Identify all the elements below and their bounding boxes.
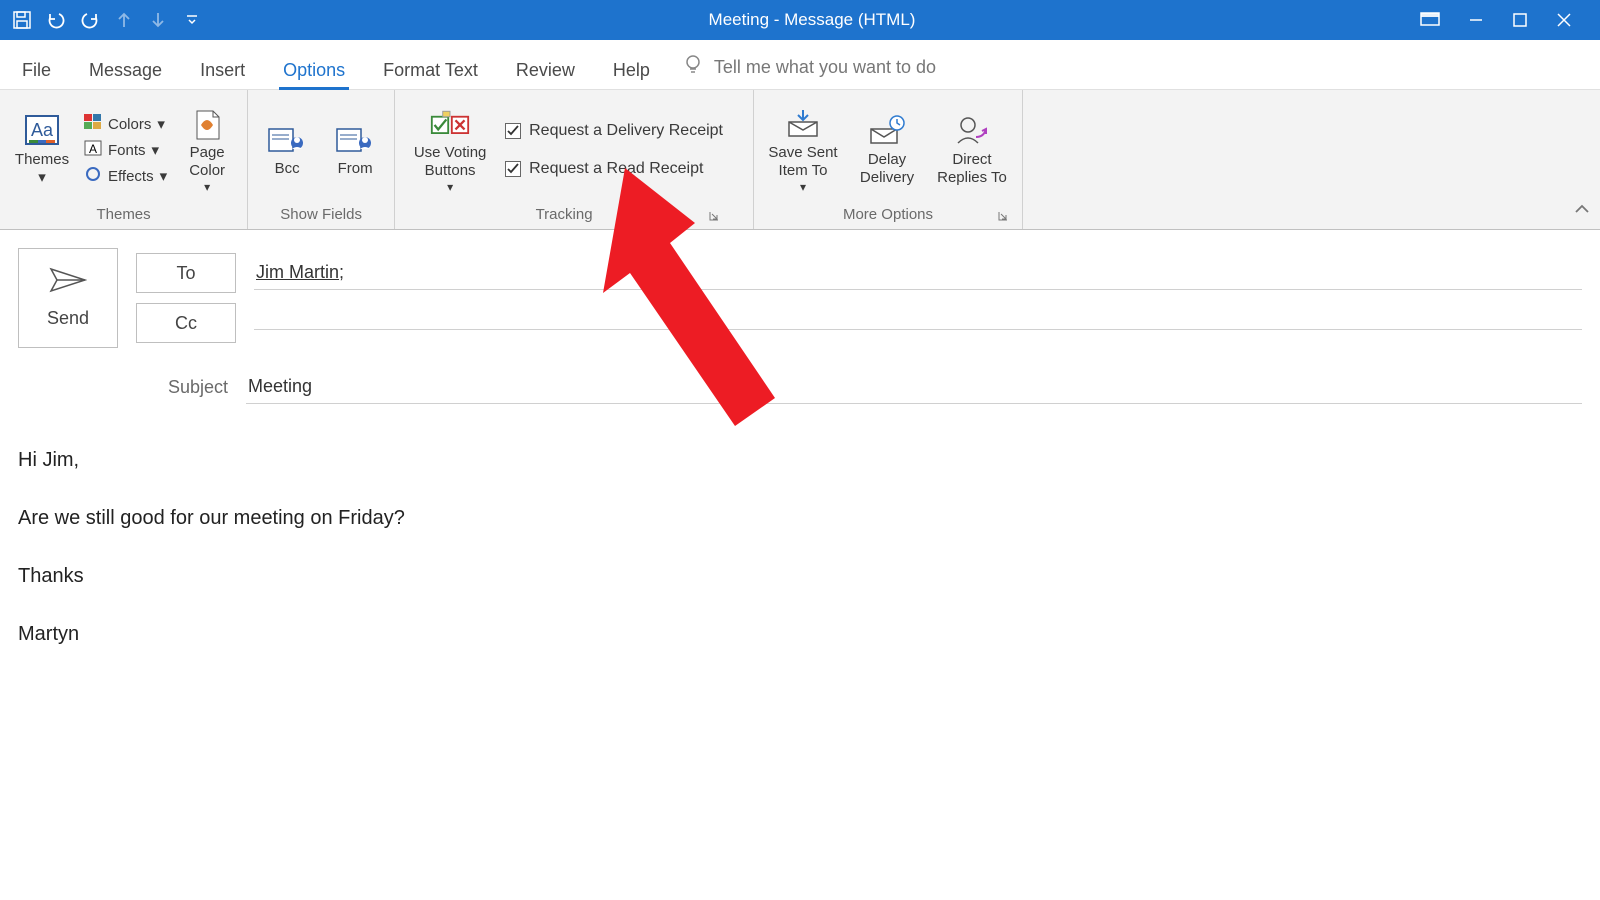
from-icon: [335, 122, 375, 158]
svg-text:A: A: [89, 142, 97, 156]
checkbox-checked-icon: [505, 161, 521, 177]
dialog-launcher-icon[interactable]: [996, 209, 1010, 223]
tab-help[interactable]: Help: [609, 50, 654, 89]
body-line: Hi Jim,: [18, 446, 1582, 474]
to-field[interactable]: Jim Martin;: [254, 256, 1582, 290]
quick-access-toolbar: [0, 8, 204, 32]
delay-delivery-button[interactable]: Delay Delivery: [852, 113, 922, 187]
delay-delivery-icon: [867, 113, 907, 149]
request-delivery-receipt-checkbox[interactable]: Request a Delivery Receipt: [505, 122, 723, 140]
chevron-down-icon: ▾: [157, 115, 165, 133]
save-icon[interactable]: [10, 8, 34, 32]
window-controls: [1420, 12, 1600, 28]
cc-button[interactable]: Cc: [136, 303, 236, 343]
body-line: Martyn: [18, 620, 1582, 648]
maximize-icon[interactable]: [1512, 12, 1528, 28]
lightbulb-icon: [684, 54, 702, 81]
tab-insert[interactable]: Insert: [196, 50, 249, 89]
page-color-icon: [187, 106, 227, 142]
save-sent-icon: [783, 106, 823, 142]
body-line: Thanks: [18, 562, 1582, 590]
ribbon-tabs: File Message Insert Options Format Text …: [0, 40, 1600, 90]
next-item-icon[interactable]: [146, 8, 170, 32]
tell-me-placeholder: Tell me what you want to do: [714, 57, 936, 78]
tab-format-text[interactable]: Format Text: [379, 50, 482, 89]
ribbon-options: Aa Themes▾ Colors ▾ A Fonts ▾ Effects ▾: [0, 90, 1600, 230]
redo-icon[interactable]: [78, 8, 102, 32]
svg-text:Aa: Aa: [31, 120, 54, 140]
cc-field[interactable]: [254, 317, 1582, 330]
direct-replies-to-button[interactable]: Direct Replies To: [932, 113, 1012, 187]
group-label-tracking: Tracking: [405, 204, 723, 227]
recipient-chip[interactable]: Jim Martin: [256, 262, 339, 282]
group-label-more-options: More Options: [764, 204, 1012, 227]
voting-icon: [430, 106, 470, 142]
use-voting-buttons-button[interactable]: Use Voting Buttons ▾: [405, 106, 495, 194]
collapse-ribbon-icon[interactable]: [1574, 203, 1590, 221]
title-bar: Meeting - Message (HTML): [0, 0, 1600, 40]
effects-icon: [84, 166, 102, 186]
tab-file[interactable]: File: [18, 50, 55, 89]
group-show-fields: Bcc From Show Fields: [248, 90, 395, 229]
tab-message[interactable]: Message: [85, 50, 166, 89]
compose-area: Send To Jim Martin; Cc Subject Meeting H…: [0, 230, 1600, 648]
ribbon-display-options-icon[interactable]: [1420, 12, 1440, 28]
chevron-down-icon: ▾: [160, 167, 168, 185]
previous-item-icon[interactable]: [112, 8, 136, 32]
bcc-button[interactable]: Bcc: [258, 122, 316, 178]
body-line: Are we still good for our meeting on Fri…: [18, 504, 1582, 532]
qat-customize-icon[interactable]: [180, 8, 204, 32]
tab-review[interactable]: Review: [512, 50, 579, 89]
themes-button[interactable]: Aa Themes▾: [10, 113, 74, 187]
message-body[interactable]: Hi Jim, Are we still good for our meetin…: [18, 412, 1582, 648]
subject-field[interactable]: Meeting: [246, 370, 1582, 404]
subject-label: Subject: [128, 377, 246, 398]
group-themes: Aa Themes▾ Colors ▾ A Fonts ▾ Effects ▾: [0, 90, 248, 229]
to-button[interactable]: To: [136, 253, 236, 293]
chevron-down-icon: ▾: [800, 180, 806, 194]
chevron-down-icon: ▾: [152, 141, 160, 159]
request-read-receipt-checkbox[interactable]: Request a Read Receipt: [505, 160, 723, 178]
tell-me-search[interactable]: Tell me what you want to do: [684, 54, 936, 89]
send-label: Send: [47, 308, 89, 329]
window-title: Meeting - Message (HTML): [204, 10, 1420, 30]
chevron-down-icon: ▾: [204, 180, 210, 194]
chevron-down-icon: ▾: [447, 180, 453, 194]
colors-button[interactable]: Colors ▾: [84, 114, 167, 134]
dialog-launcher-icon[interactable]: [707, 209, 721, 223]
close-icon[interactable]: [1556, 12, 1572, 28]
from-button[interactable]: From: [326, 122, 384, 178]
minimize-icon[interactable]: [1468, 12, 1484, 28]
fonts-icon: A: [84, 140, 102, 160]
direct-replies-icon: [952, 113, 992, 149]
group-label-themes: Themes: [10, 204, 237, 227]
bcc-icon: [267, 122, 307, 158]
send-button[interactable]: Send: [18, 248, 118, 348]
page-color-button[interactable]: Page Color ▾: [177, 106, 237, 194]
group-label-show-fields: Show Fields: [258, 204, 384, 227]
save-sent-item-to-button[interactable]: Save Sent Item To ▾: [764, 106, 842, 194]
checkbox-checked-icon: [505, 123, 521, 139]
chevron-down-icon: ▾: [38, 169, 46, 186]
colors-icon: [84, 114, 102, 134]
group-more-options: Save Sent Item To ▾ Delay Delivery Direc…: [754, 90, 1023, 229]
group-tracking: Use Voting Buttons ▾ Request a Delivery …: [395, 90, 754, 229]
fonts-button[interactable]: A Fonts ▾: [84, 140, 167, 160]
undo-icon[interactable]: [44, 8, 68, 32]
themes-icon: Aa: [22, 113, 62, 149]
tab-options[interactable]: Options: [279, 50, 349, 89]
effects-button[interactable]: Effects ▾: [84, 166, 167, 186]
send-icon: [49, 267, 87, 298]
